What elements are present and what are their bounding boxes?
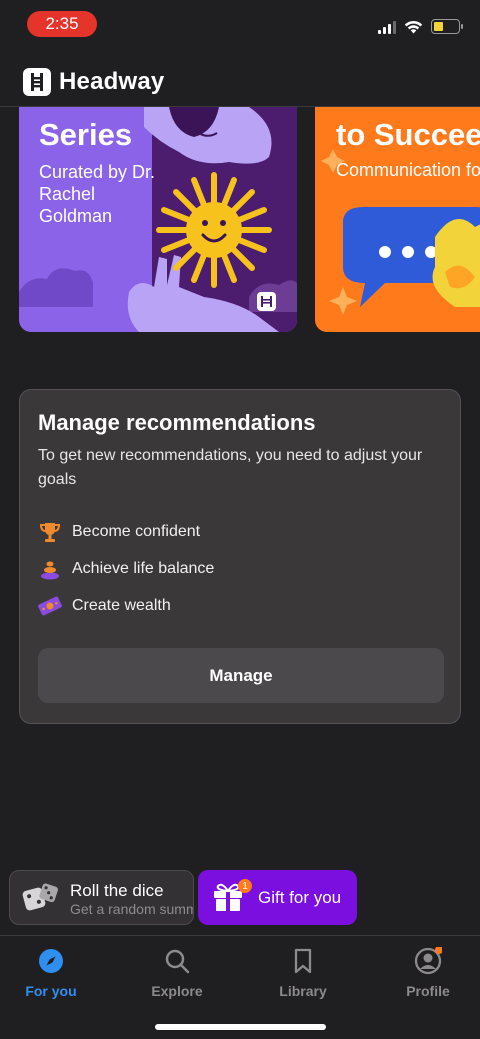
tab-label: For you	[25, 983, 77, 999]
succeed-card-title: to Succeed	[336, 117, 480, 152]
status-time: 2:35	[27, 11, 97, 37]
roll-dice-title: Roll the dice	[70, 881, 164, 900]
status-icons	[378, 19, 463, 34]
gift-label: Gift for you	[258, 888, 342, 907]
profile-icon	[378, 946, 478, 976]
roll-dice-button[interactable]: Roll the dice Get a random summary	[9, 870, 194, 925]
tab-label: Profile	[406, 983, 450, 999]
app-name: Headway	[59, 68, 165, 95]
battery-icon	[431, 19, 463, 34]
succeed-card-subtitle: Communication for Every Career	[336, 160, 480, 180]
goal-label: Achieve life balance	[72, 560, 215, 577]
trophy-icon	[38, 520, 62, 544]
money-icon	[38, 594, 62, 618]
goal-item: Become confident	[38, 520, 200, 544]
wifi-icon	[404, 20, 423, 33]
home-indicator	[155, 1024, 326, 1030]
balance-stones-icon	[38, 557, 62, 581]
series-card[interactable]: Series Curated by Dr. Rachel Goldman	[19, 107, 297, 332]
tab-explore[interactable]: Explore	[127, 946, 227, 999]
gift-button[interactable]: 1 Gift for you	[198, 870, 357, 925]
manage-button[interactable]: Manage	[38, 648, 444, 703]
dice-icon	[22, 883, 58, 911]
goal-item: Create wealth	[38, 594, 171, 618]
manage-description: To get new recommendations, you need to …	[38, 447, 423, 488]
status-bar: 2:35	[0, 0, 480, 48]
tab-label: Explore	[151, 983, 203, 999]
headway-logo: Headway	[23, 68, 164, 96]
tab-profile[interactable]: Profile	[378, 946, 478, 999]
compass-icon	[1, 946, 101, 976]
series-card-subtitle: Curated by Dr. Rachel Goldman	[39, 162, 156, 226]
search-icon	[127, 946, 227, 976]
succeed-card[interactable]: to Succeed Communication for Every Caree…	[315, 107, 480, 332]
headway-logo-icon	[23, 68, 51, 96]
goal-item: Achieve life balance	[38, 557, 214, 581]
signal-icon	[378, 20, 396, 34]
roll-dice-subtitle: Get a random summary	[70, 901, 193, 917]
manage-recommendations-card: Manage recommendations To get new recomm…	[19, 389, 461, 724]
tab-library[interactable]: Library	[253, 946, 353, 999]
goal-label: Create wealth	[72, 597, 171, 614]
app-header: Headway	[0, 60, 480, 107]
tab-label: Library	[279, 983, 327, 999]
tab-for-you[interactable]: For you	[1, 946, 101, 999]
manage-title: Manage recommendations	[38, 410, 316, 435]
series-card-title: Series	[39, 117, 133, 152]
gift-badge: 1	[238, 879, 252, 893]
goal-label: Become confident	[72, 523, 201, 540]
bookmark-icon	[253, 946, 353, 976]
